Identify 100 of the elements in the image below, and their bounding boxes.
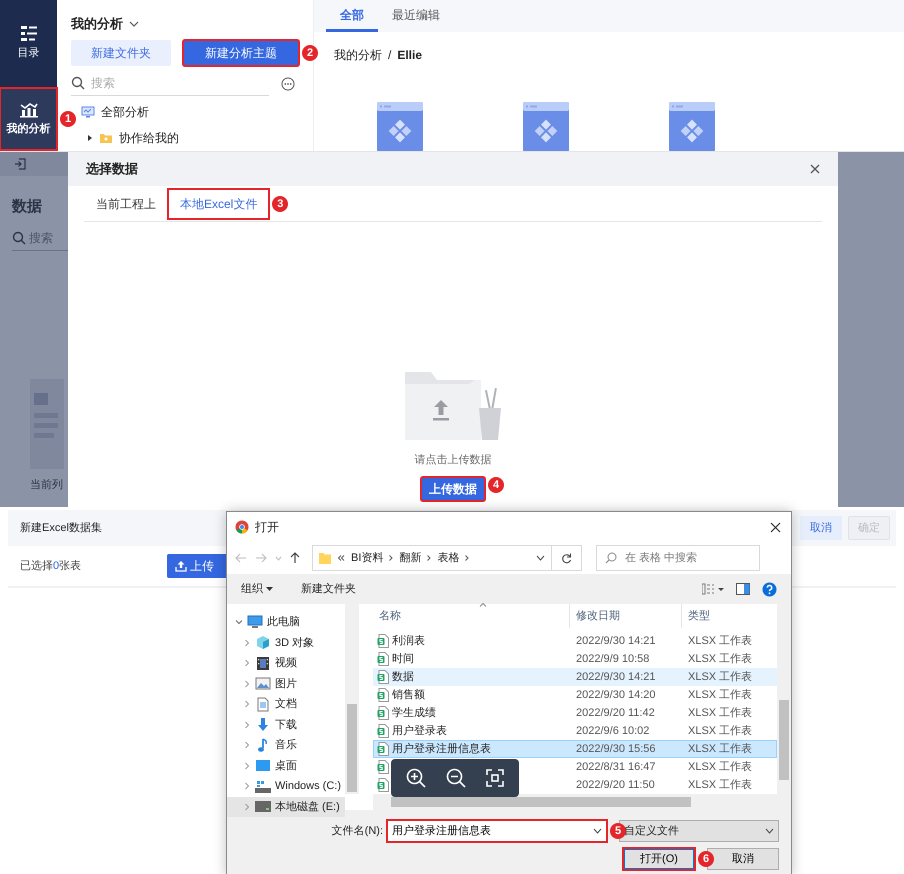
chevron-right-icon[interactable] xyxy=(389,555,394,561)
tree-item[interactable]: 文档 xyxy=(227,694,345,714)
dashboard-icon xyxy=(669,102,715,151)
cancel-button[interactable]: 取消 xyxy=(800,516,842,540)
column-header[interactable]: 名称 xyxy=(373,604,569,628)
dialog-title: 选择数据 xyxy=(86,160,138,178)
tree-item[interactable]: Windows (C:) xyxy=(227,776,345,796)
selection-count: 已选择0张表 xyxy=(20,558,82,574)
spreadsheet-icon xyxy=(377,634,389,648)
help-icon[interactable] xyxy=(762,582,777,596)
file-name: 时间 xyxy=(392,652,414,667)
chevron-down-icon[interactable] xyxy=(593,828,602,834)
step-badge: 4 xyxy=(488,476,504,492)
file-row[interactable]: 利润表 2022/9/30 14:21 XLSX 工作表 xyxy=(373,632,777,650)
search-icon xyxy=(605,552,617,564)
zoom-out-icon[interactable] xyxy=(446,768,466,788)
file-row[interactable]: 销售额 2022/9/30 14:20 XLSX 工作表 xyxy=(373,686,777,704)
more-icon[interactable] xyxy=(281,76,295,90)
file-type: XLSX 工作表 xyxy=(687,652,754,667)
caret-icon[interactable] xyxy=(87,134,93,140)
sort-caret-icon[interactable] xyxy=(479,602,487,607)
chevron-down-icon[interactable] xyxy=(129,20,139,27)
upload-button[interactable]: 上传数据 xyxy=(421,476,485,500)
column-header[interactable]: 修改日期 xyxy=(569,604,681,628)
breadcrumb-separator: / xyxy=(388,47,392,64)
tab[interactable]: 当前工程上 xyxy=(84,188,168,218)
tab[interactable]: 全部 xyxy=(326,0,378,32)
breadcrumb-link[interactable]: 我的分析 xyxy=(334,46,382,64)
modified-date: 2022/9/20 11:42 xyxy=(575,706,656,721)
scrollbar[interactable] xyxy=(345,604,359,794)
chevron-down-icon[interactable] xyxy=(235,618,243,626)
tree-item[interactable]: 本地磁盘 (E:) xyxy=(227,796,345,817)
preview-pane-icon[interactable] xyxy=(736,583,750,595)
file-name: 学生成绩 xyxy=(392,706,436,721)
new-topic-button[interactable]: 新建分析主题 xyxy=(183,40,299,66)
tree-item[interactable]: 全部分析 xyxy=(81,98,149,124)
chevron-down-icon[interactable] xyxy=(536,555,545,561)
search-field[interactable]: 在 表格 中搜索 xyxy=(625,550,745,566)
organize-button[interactable]: 组织 xyxy=(241,580,273,598)
file-row[interactable]: 学生成绩 2022/9/20 11:42 XLSX 工作表 xyxy=(373,704,777,722)
filename-input[interactable]: 用户登录注册信息表 xyxy=(392,822,593,840)
shared-folder-icon xyxy=(99,132,113,144)
file-type: XLSX 工作表 xyxy=(687,634,754,649)
tree-item[interactable]: 图片 xyxy=(227,674,345,694)
drive-icon xyxy=(255,799,271,814)
search-field[interactable]: 搜索 xyxy=(29,229,68,247)
tree-item[interactable]: 协作给我的 xyxy=(81,124,179,150)
chevron-right-icon[interactable] xyxy=(465,555,470,561)
tree-item[interactable]: 3D 对象 xyxy=(227,632,345,653)
tree-item[interactable]: 此电脑 xyxy=(227,612,345,632)
step-badge: 3 xyxy=(272,196,288,212)
list-icon xyxy=(18,24,38,42)
file-row[interactable]: 用户登录注册信息表 2022/9/30 15:56 XLSX 工作表 xyxy=(373,740,777,758)
close-icon[interactable] xyxy=(770,522,781,532)
modified-date: 2022/9/30 14:20 xyxy=(575,688,657,703)
tab[interactable]: 本地Excel文件 xyxy=(168,188,270,218)
file-row[interactable]: 2022/8/31 16:47 XLSX 工作表 xyxy=(373,758,777,776)
overflow-chevron-icon[interactable] xyxy=(337,555,345,561)
spreadsheet-icon xyxy=(377,706,389,720)
new-folder-button[interactable]: 新建文件夹 xyxy=(301,580,356,598)
close-icon[interactable] xyxy=(810,164,820,174)
chevron-right-icon[interactable] xyxy=(427,555,432,561)
tree-item[interactable]: 视频 xyxy=(227,653,345,674)
view-options-icon[interactable] xyxy=(702,583,724,595)
nav-item[interactable]: 目录 xyxy=(0,12,57,74)
tree-item[interactable]: 下载 xyxy=(227,714,345,735)
file-row[interactable]: 数据 2022/9/30 14:21 XLSX 工作表 xyxy=(373,668,777,686)
file-row[interactable]: 时间 2022/9/9 10:58 XLSX 工作表 xyxy=(373,650,777,668)
path-segment[interactable]: 翻新 xyxy=(399,550,422,566)
file-row[interactable]: 用户登录表 2022/9/6 10:02 XLSX 工作表 xyxy=(373,722,777,740)
zoom-in-icon[interactable] xyxy=(406,768,426,788)
search-box[interactable]: 在 表格 中搜索 xyxy=(596,545,760,571)
step-badge: 2 xyxy=(302,44,318,60)
page-title: 数据 xyxy=(10,197,43,217)
search-field[interactable]: 搜索 xyxy=(91,74,246,92)
file-type: XLSX 工作表 xyxy=(687,760,754,775)
open-button[interactable]: 打开(O) xyxy=(623,848,695,870)
nav-item[interactable]: 我的分析 xyxy=(0,88,57,150)
new-folder-button[interactable]: 新建文件夹 xyxy=(71,40,171,66)
chart-icon xyxy=(18,100,38,118)
tree-item[interactable]: 音乐 xyxy=(227,735,345,756)
up-arrow-icon[interactable] xyxy=(290,552,300,564)
list-label: 当前列 xyxy=(29,478,64,492)
tab[interactable]: 最近编辑 xyxy=(378,0,454,32)
dashboard-icon xyxy=(377,102,423,151)
filename-field[interactable]: 用户登录注册信息表 xyxy=(387,820,607,842)
path-segment[interactable]: 表格 xyxy=(437,550,460,566)
login-icon[interactable] xyxy=(14,158,26,170)
scrollbar[interactable] xyxy=(373,794,791,810)
path-segment[interactable]: BI资料 xyxy=(351,550,384,566)
upload-button[interactable]: 上传 xyxy=(167,554,226,578)
computer-icon xyxy=(247,614,263,630)
spreadsheet-icon xyxy=(377,760,389,774)
tree-item[interactable]: 桌面 xyxy=(227,756,345,776)
refresh-icon[interactable] xyxy=(561,552,572,564)
fit-screen-icon[interactable] xyxy=(486,769,504,787)
file-row[interactable]: 2022/9/20 11:50 XLSX 工作表 xyxy=(373,776,777,794)
spreadsheet-icon xyxy=(377,670,389,684)
search-icon xyxy=(71,76,85,90)
file-name: 数据 xyxy=(392,670,414,685)
